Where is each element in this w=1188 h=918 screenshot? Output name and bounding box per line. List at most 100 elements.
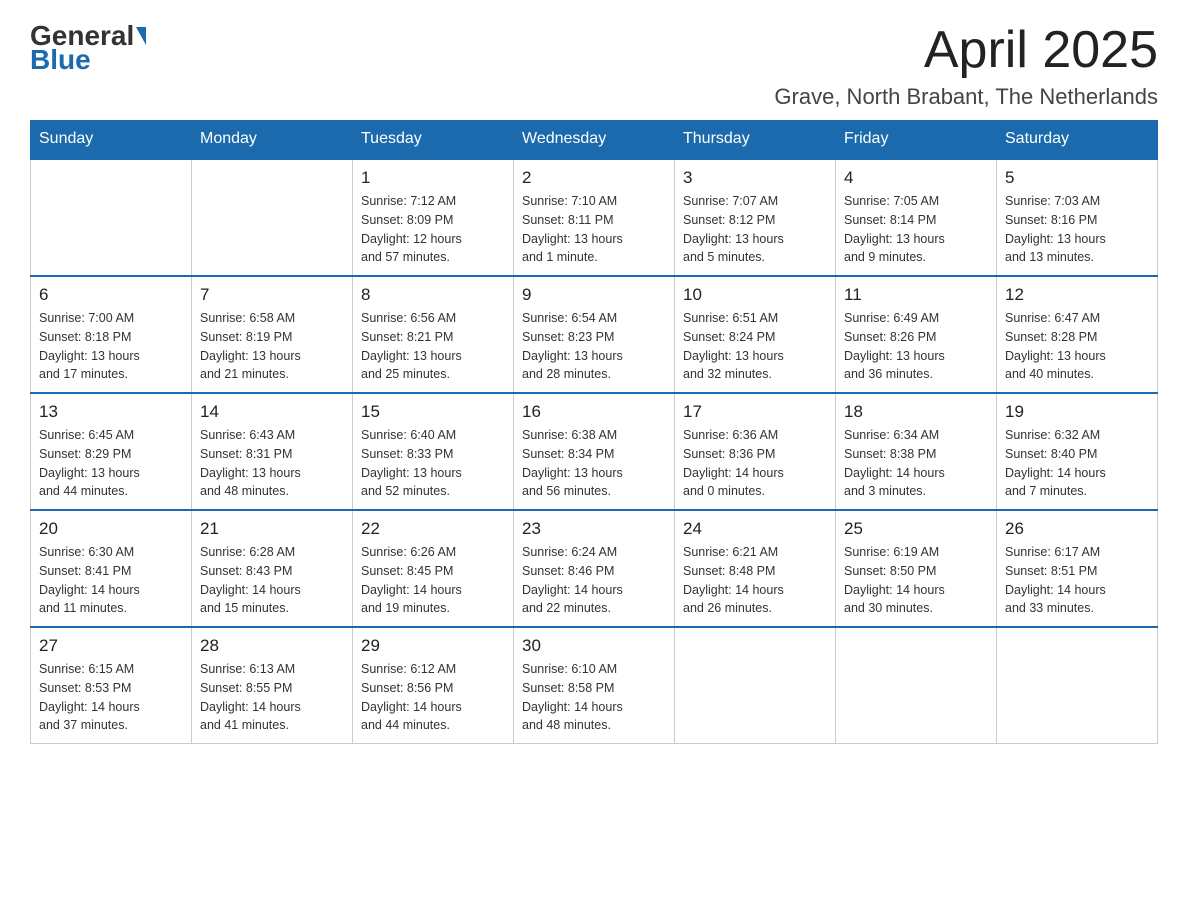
day-info: Sunrise: 6:40 AM Sunset: 8:33 PM Dayligh… (361, 426, 505, 501)
day-number: 20 (39, 519, 183, 539)
day-info: Sunrise: 6:26 AM Sunset: 8:45 PM Dayligh… (361, 543, 505, 618)
calendar-cell: 23Sunrise: 6:24 AM Sunset: 8:46 PM Dayli… (514, 510, 675, 627)
day-number: 21 (200, 519, 344, 539)
day-number: 24 (683, 519, 827, 539)
day-info: Sunrise: 6:54 AM Sunset: 8:23 PM Dayligh… (522, 309, 666, 384)
day-info: Sunrise: 7:12 AM Sunset: 8:09 PM Dayligh… (361, 192, 505, 267)
day-info: Sunrise: 6:32 AM Sunset: 8:40 PM Dayligh… (1005, 426, 1149, 501)
day-number: 22 (361, 519, 505, 539)
day-number: 5 (1005, 168, 1149, 188)
calendar-cell: 10 Sunrise: 6:51 AM Sunset: 8:24 PM Dayli… (675, 276, 836, 393)
day-info: Sunrise: 6:19 AM Sunset: 8:50 PM Dayligh… (844, 543, 988, 618)
day-number: 26 (1005, 519, 1149, 539)
calendar-cell (836, 627, 997, 744)
day-info: Sunrise: 7:10 AM Sunset: 8:11 PM Dayligh… (522, 192, 666, 267)
calendar-cell: 13Sunrise: 6:45 AM Sunset: 8:29 PM Dayli… (31, 393, 192, 510)
day-number: 25 (844, 519, 988, 539)
column-header-thursday: Thursday (675, 120, 836, 159)
calendar-week-2: 6 Sunrise: 7:00 AM Sunset: 8:18 PM Daylig… (31, 276, 1158, 393)
day-number: 9 (522, 285, 666, 305)
day-info: Sunrise: 6:10 AM Sunset: 8:58 PM Dayligh… (522, 660, 666, 735)
day-info: Sunrise: 6:58 AM Sunset: 8:19 PM Dayligh… (200, 309, 344, 384)
day-number: 30 (522, 636, 666, 656)
calendar-cell: 5Sunrise: 7:03 AM Sunset: 8:16 PM Daylig… (997, 159, 1158, 276)
day-info: Sunrise: 6:36 AM Sunset: 8:36 PM Dayligh… (683, 426, 827, 501)
day-number: 11 (844, 285, 988, 305)
calendar-cell: 2 Sunrise: 7:10 AM Sunset: 8:11 PM Daylig… (514, 159, 675, 276)
day-number: 28 (200, 636, 344, 656)
day-number: 10 (683, 285, 827, 305)
day-number: 1 (361, 168, 505, 188)
column-header-monday: Monday (192, 120, 353, 159)
day-info: Sunrise: 6:34 AM Sunset: 8:38 PM Dayligh… (844, 426, 988, 501)
day-number: 19 (1005, 402, 1149, 422)
calendar-cell (997, 627, 1158, 744)
calendar-cell: 1 Sunrise: 7:12 AM Sunset: 8:09 PM Daylig… (353, 159, 514, 276)
day-info: Sunrise: 6:12 AM Sunset: 8:56 PM Dayligh… (361, 660, 505, 735)
calendar-cell: 7 Sunrise: 6:58 AM Sunset: 8:19 PM Daylig… (192, 276, 353, 393)
calendar-cell: 27Sunrise: 6:15 AM Sunset: 8:53 PM Dayli… (31, 627, 192, 744)
calendar-week-5: 27Sunrise: 6:15 AM Sunset: 8:53 PM Dayli… (31, 627, 1158, 744)
calendar-cell: 16Sunrise: 6:38 AM Sunset: 8:34 PM Dayli… (514, 393, 675, 510)
calendar-cell: 21 Sunrise: 6:28 AM Sunset: 8:43 PM Dayli… (192, 510, 353, 627)
day-info: Sunrise: 6:49 AM Sunset: 8:26 PM Dayligh… (844, 309, 988, 384)
calendar-cell: 19 Sunrise: 6:32 AM Sunset: 8:40 PM Dayli… (997, 393, 1158, 510)
calendar-cell: 28 Sunrise: 6:13 AM Sunset: 8:55 PM Dayli… (192, 627, 353, 744)
day-info: Sunrise: 6:45 AM Sunset: 8:29 PM Dayligh… (39, 426, 183, 501)
day-number: 2 (522, 168, 666, 188)
calendar-cell: 4 Sunrise: 7:05 AM Sunset: 8:14 PM Daylig… (836, 159, 997, 276)
day-info: Sunrise: 7:07 AM Sunset: 8:12 PM Dayligh… (683, 192, 827, 267)
column-header-friday: Friday (836, 120, 997, 159)
calendar-cell: 14 Sunrise: 6:43 AM Sunset: 8:31 PM Dayli… (192, 393, 353, 510)
day-number: 18 (844, 402, 988, 422)
calendar-cell: 22 Sunrise: 6:26 AM Sunset: 8:45 PM Dayli… (353, 510, 514, 627)
day-info: Sunrise: 6:30 AM Sunset: 8:41 PM Dayligh… (39, 543, 183, 618)
calendar-cell: 3 Sunrise: 7:07 AM Sunset: 8:12 PM Daylig… (675, 159, 836, 276)
column-header-saturday: Saturday (997, 120, 1158, 159)
day-info: Sunrise: 6:15 AM Sunset: 8:53 PM Dayligh… (39, 660, 183, 735)
calendar-header-row: SundayMondayTuesdayWednesdayThursdayFrid… (31, 120, 1158, 159)
calendar-cell: 25 Sunrise: 6:19 AM Sunset: 8:50 PM Dayli… (836, 510, 997, 627)
day-info: Sunrise: 6:28 AM Sunset: 8:43 PM Dayligh… (200, 543, 344, 618)
day-number: 17 (683, 402, 827, 422)
day-info: Sunrise: 6:21 AM Sunset: 8:48 PM Dayligh… (683, 543, 827, 618)
calendar-cell: 26 Sunrise: 6:17 AM Sunset: 8:51 PM Dayli… (997, 510, 1158, 627)
calendar-cell (675, 627, 836, 744)
calendar-cell: 8 Sunrise: 6:56 AM Sunset: 8:21 PM Daylig… (353, 276, 514, 393)
day-info: Sunrise: 7:00 AM Sunset: 8:18 PM Dayligh… (39, 309, 183, 384)
column-header-wednesday: Wednesday (514, 120, 675, 159)
day-info: Sunrise: 6:13 AM Sunset: 8:55 PM Dayligh… (200, 660, 344, 735)
calendar-week-1: 1 Sunrise: 7:12 AM Sunset: 8:09 PM Daylig… (31, 159, 1158, 276)
day-info: Sunrise: 6:24 AM Sunset: 8:46 PM Dayligh… (522, 543, 666, 618)
page-header: General Blue April 2025 Grave, North Bra… (30, 20, 1158, 110)
title-section: April 2025 Grave, North Brabant, The Net… (774, 20, 1158, 110)
day-number: 4 (844, 168, 988, 188)
day-info: Sunrise: 6:47 AM Sunset: 8:28 PM Dayligh… (1005, 309, 1149, 384)
day-number: 8 (361, 285, 505, 305)
location-subtitle: Grave, North Brabant, The Netherlands (774, 84, 1158, 110)
calendar-cell: 17 Sunrise: 6:36 AM Sunset: 8:36 PM Dayli… (675, 393, 836, 510)
calendar-cell: 18 Sunrise: 6:34 AM Sunset: 8:38 PM Dayli… (836, 393, 997, 510)
calendar-cell: 30 Sunrise: 6:10 AM Sunset: 8:58 PM Dayli… (514, 627, 675, 744)
day-info: Sunrise: 6:51 AM Sunset: 8:24 PM Dayligh… (683, 309, 827, 384)
day-number: 6 (39, 285, 183, 305)
day-info: Sunrise: 6:17 AM Sunset: 8:51 PM Dayligh… (1005, 543, 1149, 618)
calendar-cell: 6 Sunrise: 7:00 AM Sunset: 8:18 PM Daylig… (31, 276, 192, 393)
day-info: Sunrise: 6:56 AM Sunset: 8:21 PM Dayligh… (361, 309, 505, 384)
day-info: Sunrise: 7:05 AM Sunset: 8:14 PM Dayligh… (844, 192, 988, 267)
calendar-cell (31, 159, 192, 276)
day-number: 3 (683, 168, 827, 188)
calendar-week-3: 13Sunrise: 6:45 AM Sunset: 8:29 PM Dayli… (31, 393, 1158, 510)
calendar-cell (192, 159, 353, 276)
calendar-cell: 29Sunrise: 6:12 AM Sunset: 8:56 PM Dayli… (353, 627, 514, 744)
day-info: Sunrise: 6:43 AM Sunset: 8:31 PM Dayligh… (200, 426, 344, 501)
column-header-tuesday: Tuesday (353, 120, 514, 159)
calendar-week-4: 20 Sunrise: 6:30 AM Sunset: 8:41 PM Dayli… (31, 510, 1158, 627)
day-number: 16 (522, 402, 666, 422)
month-year-title: April 2025 (774, 20, 1158, 80)
calendar-cell: 15 Sunrise: 6:40 AM Sunset: 8:33 PM Dayli… (353, 393, 514, 510)
day-number: 7 (200, 285, 344, 305)
day-number: 15 (361, 402, 505, 422)
calendar-cell: 11 Sunrise: 6:49 AM Sunset: 8:26 PM Dayli… (836, 276, 997, 393)
day-number: 14 (200, 402, 344, 422)
